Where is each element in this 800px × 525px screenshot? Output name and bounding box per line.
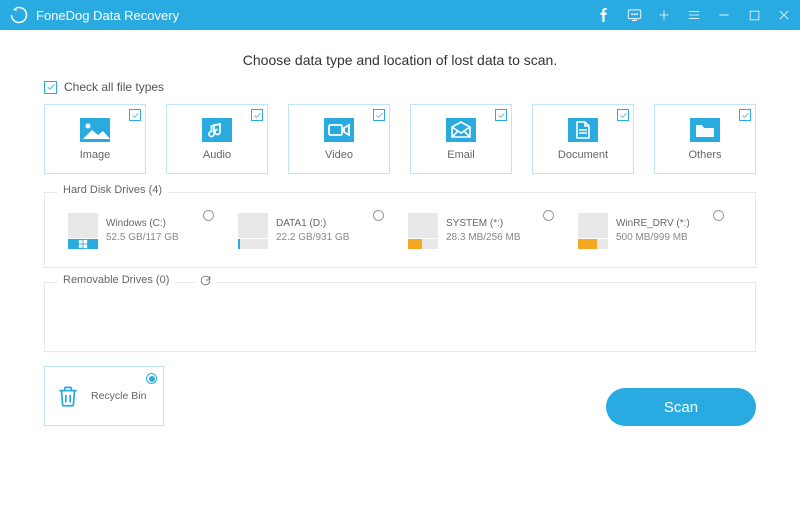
recycle-bin-card[interactable]: Recycle Bin bbox=[44, 366, 164, 426]
scan-button[interactable]: Scan bbox=[606, 388, 756, 426]
drive-text: Windows (C:) 52.5 GB/117 GB bbox=[106, 217, 179, 245]
video-icon bbox=[324, 117, 354, 143]
drive-icon bbox=[578, 213, 608, 249]
hdd-group: Hard Disk Drives (4) Windows (C:) 52.5 G… bbox=[44, 192, 756, 268]
drive-radio[interactable] bbox=[373, 210, 384, 221]
email-icon bbox=[446, 117, 476, 143]
type-checkbox-others[interactable] bbox=[739, 109, 751, 121]
type-card-video[interactable]: Video bbox=[288, 104, 390, 174]
recycle-label: Recycle Bin bbox=[91, 390, 146, 402]
app-logo-icon bbox=[10, 6, 28, 24]
drive-d[interactable]: DATA1 (D:) 22.2 GB/931 GB bbox=[231, 207, 391, 255]
type-checkbox-image[interactable] bbox=[129, 109, 141, 121]
drive-c[interactable]: Windows (C:) 52.5 GB/117 GB bbox=[61, 207, 221, 255]
drive-text: SYSTEM (*:) 28.3 MB/256 MB bbox=[446, 217, 520, 245]
minimize-button[interactable] bbox=[716, 7, 732, 23]
headline-text: Choose data type and location of lost da… bbox=[44, 52, 756, 68]
drive-winre[interactable]: WinRE_DRV (*:) 500 MB/999 MB bbox=[571, 207, 731, 255]
others-icon bbox=[690, 117, 720, 143]
type-card-audio[interactable]: Audio bbox=[166, 104, 268, 174]
type-card-email[interactable]: Email bbox=[410, 104, 512, 174]
type-card-document[interactable]: Document bbox=[532, 104, 634, 174]
type-card-image[interactable]: Image bbox=[44, 104, 146, 174]
titlebar: FoneDog Data Recovery bbox=[0, 0, 800, 30]
close-button[interactable] bbox=[776, 7, 792, 23]
type-checkbox-document[interactable] bbox=[617, 109, 629, 121]
document-icon bbox=[568, 117, 598, 143]
type-checkbox-email[interactable] bbox=[495, 109, 507, 121]
drive-icon bbox=[238, 213, 268, 249]
audio-icon bbox=[202, 117, 232, 143]
type-label: Image bbox=[80, 149, 111, 161]
drive-text: DATA1 (D:) 22.2 GB/931 GB bbox=[276, 217, 349, 245]
drive-radio[interactable] bbox=[713, 210, 724, 221]
check-all-checkbox[interactable] bbox=[44, 81, 57, 94]
file-type-grid: Image Audio Video Email Document Others bbox=[44, 104, 756, 174]
facebook-icon[interactable] bbox=[596, 7, 612, 23]
image-icon bbox=[80, 117, 110, 143]
plus-icon[interactable] bbox=[656, 7, 672, 23]
removable-group: Removable Drives (0) bbox=[44, 282, 756, 352]
app-title: FoneDog Data Recovery bbox=[36, 8, 596, 23]
type-label: Email bbox=[447, 149, 475, 161]
type-checkbox-video[interactable] bbox=[373, 109, 385, 121]
maximize-button[interactable] bbox=[746, 7, 762, 23]
main-content: Choose data type and location of lost da… bbox=[0, 30, 800, 438]
type-label: Document bbox=[558, 149, 608, 161]
drive-radio[interactable] bbox=[203, 210, 214, 221]
drive-text: WinRE_DRV (*:) 500 MB/999 MB bbox=[616, 217, 690, 245]
drive-icon bbox=[68, 213, 98, 249]
removable-group-title: Removable Drives (0) bbox=[57, 274, 175, 286]
drive-system[interactable]: SYSTEM (*:) 28.3 MB/256 MB bbox=[401, 207, 561, 255]
type-label: Video bbox=[325, 149, 353, 161]
recycle-radio[interactable] bbox=[146, 373, 157, 384]
menu-icon[interactable] bbox=[686, 7, 702, 23]
feedback-icon[interactable] bbox=[626, 7, 642, 23]
check-all-row[interactable]: Check all file types bbox=[44, 80, 756, 94]
recycle-bin-icon bbox=[53, 381, 83, 411]
hdd-group-title: Hard Disk Drives (4) bbox=[57, 184, 168, 196]
drive-radio[interactable] bbox=[543, 210, 554, 221]
type-card-others[interactable]: Others bbox=[654, 104, 756, 174]
refresh-button[interactable] bbox=[195, 274, 216, 292]
type-checkbox-audio[interactable] bbox=[251, 109, 263, 121]
check-all-label: Check all file types bbox=[64, 80, 164, 94]
drive-icon bbox=[408, 213, 438, 249]
type-label: Others bbox=[688, 149, 721, 161]
type-label: Audio bbox=[203, 149, 231, 161]
